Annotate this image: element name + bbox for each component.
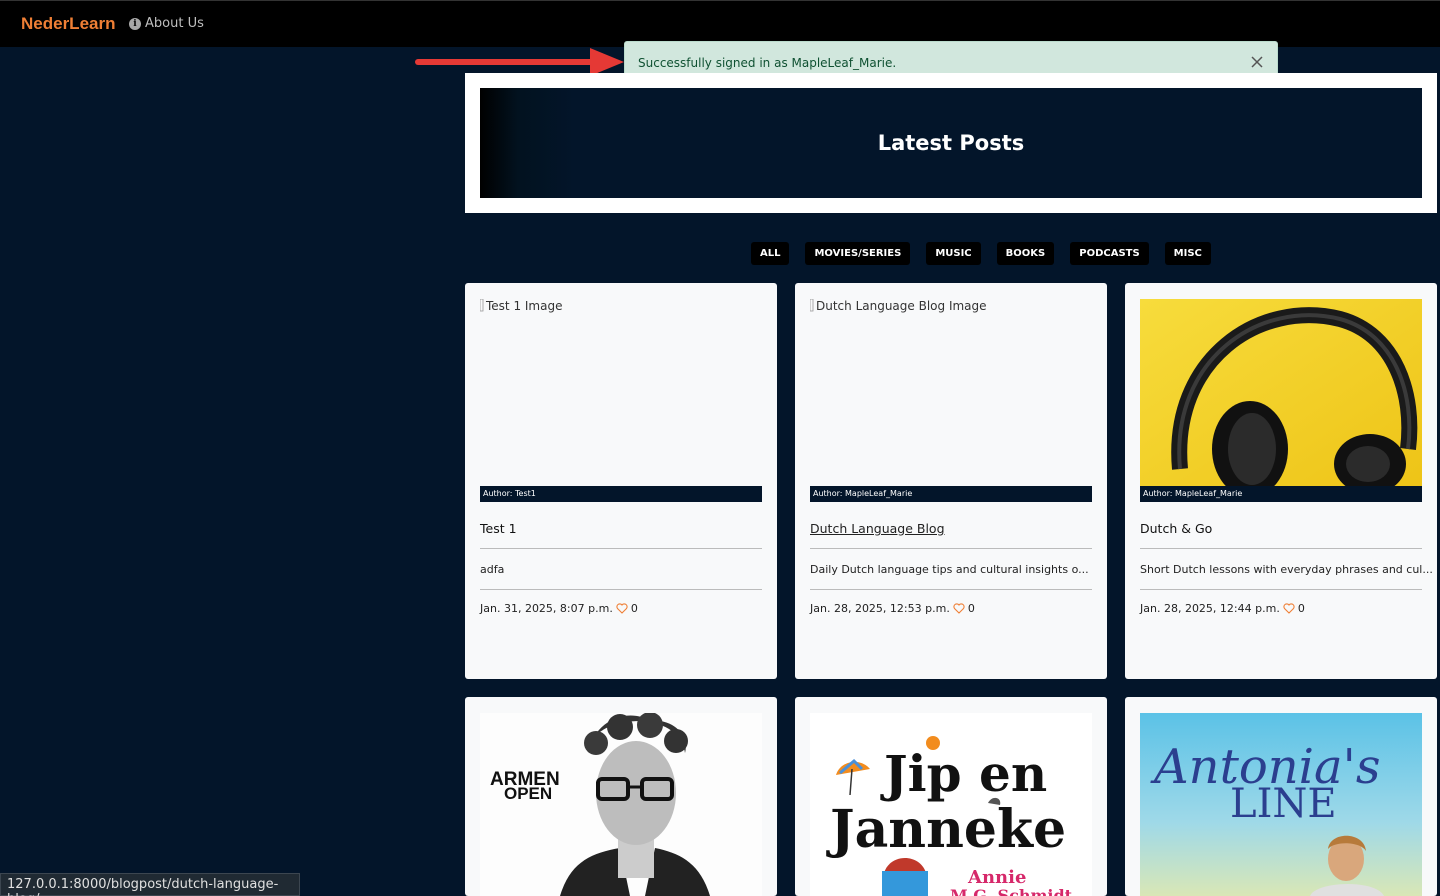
post-card[interactable]: Test 1 Image Author: Test1 Test 1 adfa J… (465, 283, 777, 679)
navbar: NederLearn i About Us (0, 0, 1440, 47)
book-title-line2: Janneke (826, 799, 1066, 860)
post-card[interactable]: Author: MapleLeaf_Marie Dutch & Go Short… (1125, 283, 1437, 679)
like-count: 0 (1297, 602, 1305, 615)
image-alt-text: Test 1 Image (486, 299, 563, 313)
filter-misc-button[interactable]: MISC (1164, 242, 1211, 265)
broken-image-icon (480, 299, 484, 312)
book-author-line2: M.G. Schmidt (950, 886, 1073, 896)
post-meta: Jan. 31, 2025, 8:07 p.m. 0 (480, 602, 638, 615)
heart-icon[interactable] (953, 603, 965, 614)
book-author-line1: Annie (967, 867, 1026, 888)
divider (480, 548, 762, 549)
post-title[interactable]: Dutch Language Blog (810, 521, 945, 536)
post-card[interactable]: Dutch Language Blog Image Author: MapleL… (795, 283, 1107, 679)
browser-status-url: 127.0.0.1:8000/blogpost/dutch-language-b… (0, 873, 300, 896)
book-title-line1: Jip en (880, 744, 1047, 803)
divider (1140, 548, 1422, 549)
filter-movies-series-button[interactable]: MOVIES/SERIES (805, 242, 911, 265)
post-meta: Jan. 28, 2025, 12:53 p.m. 0 (810, 602, 975, 615)
post-image[interactable]: Antonia's LINE (1140, 713, 1422, 896)
about-us-label: About Us (145, 16, 204, 31)
post-card[interactable]: Antonia's LINE (1125, 697, 1437, 896)
post-date: Jan. 31, 2025, 8:07 p.m. (480, 602, 613, 615)
post-card[interactable]: ARMEN OPEN (465, 697, 777, 896)
like-count: 0 (630, 602, 638, 615)
poster-title-line2: LINE (1230, 781, 1337, 827)
post-image[interactable]: ARMEN OPEN (480, 713, 762, 896)
post-excerpt: Short Dutch lessons with everyday phrase… (1140, 563, 1433, 576)
broken-image: Test 1 Image (480, 299, 562, 313)
post-date: Jan. 28, 2025, 12:44 p.m. (1140, 602, 1280, 615)
category-filters: ALL MOVIES/SERIES MUSIC BOOKS PODCASTS M… (751, 242, 1211, 265)
post-excerpt: adfa (480, 563, 505, 576)
author-badge: Author: MapleLeaf_Marie (1140, 486, 1422, 502)
book-cover-image: Jip en Janneke Annie M.G. Schmidt (810, 713, 1092, 896)
filter-podcasts-button[interactable]: PODCASTS (1070, 242, 1149, 265)
broken-image: Dutch Language Blog Image (810, 299, 987, 313)
post-image[interactable]: Jip en Janneke Annie M.G. Schmidt (810, 713, 1092, 896)
hero-inner: Latest Posts (480, 88, 1422, 198)
like-count: 0 (967, 602, 975, 615)
divider (1140, 589, 1422, 590)
brand-logo[interactable]: NederLearn (21, 14, 115, 34)
filter-books-button[interactable]: BOOKS (996, 242, 1055, 265)
hero-banner: Latest Posts (465, 73, 1437, 213)
portrait-image: ARMEN OPEN (480, 713, 762, 896)
divider (810, 589, 1092, 590)
post-title[interactable]: Dutch & Go (1140, 521, 1212, 536)
post-date: Jan. 28, 2025, 12:53 p.m. (810, 602, 950, 615)
author-badge: Author: MapleLeaf_Marie (810, 486, 1092, 502)
headphones-icon (1140, 299, 1422, 486)
about-us-link[interactable]: i About Us (129, 16, 204, 31)
armen-line2: OPEN (504, 784, 552, 803)
author-badge: Author: Test1 (480, 486, 762, 502)
filter-all-button[interactable]: ALL (751, 242, 790, 265)
alert-message: Successfully signed in as MapleLeaf_Mari… (638, 56, 897, 70)
movie-poster-image: Antonia's LINE (1140, 713, 1422, 896)
close-icon[interactable] (1249, 54, 1265, 70)
post-meta: Jan. 28, 2025, 12:44 p.m. 0 (1140, 602, 1305, 615)
post-title[interactable]: Test 1 (480, 521, 517, 536)
divider (810, 548, 1092, 549)
filter-music-button[interactable]: MUSIC (926, 242, 981, 265)
heart-icon[interactable] (616, 603, 628, 614)
heart-icon[interactable] (1283, 603, 1295, 614)
divider (480, 589, 762, 590)
broken-image-icon (810, 299, 814, 312)
post-image[interactable] (1140, 299, 1422, 486)
page-title: Latest Posts (877, 131, 1025, 155)
post-card[interactable]: Jip en Janneke Annie M.G. Schmidt (795, 697, 1107, 896)
image-alt-text: Dutch Language Blog Image (816, 299, 987, 313)
post-excerpt: Daily Dutch language tips and cultural i… (810, 563, 1089, 576)
info-icon: i (129, 17, 141, 30)
